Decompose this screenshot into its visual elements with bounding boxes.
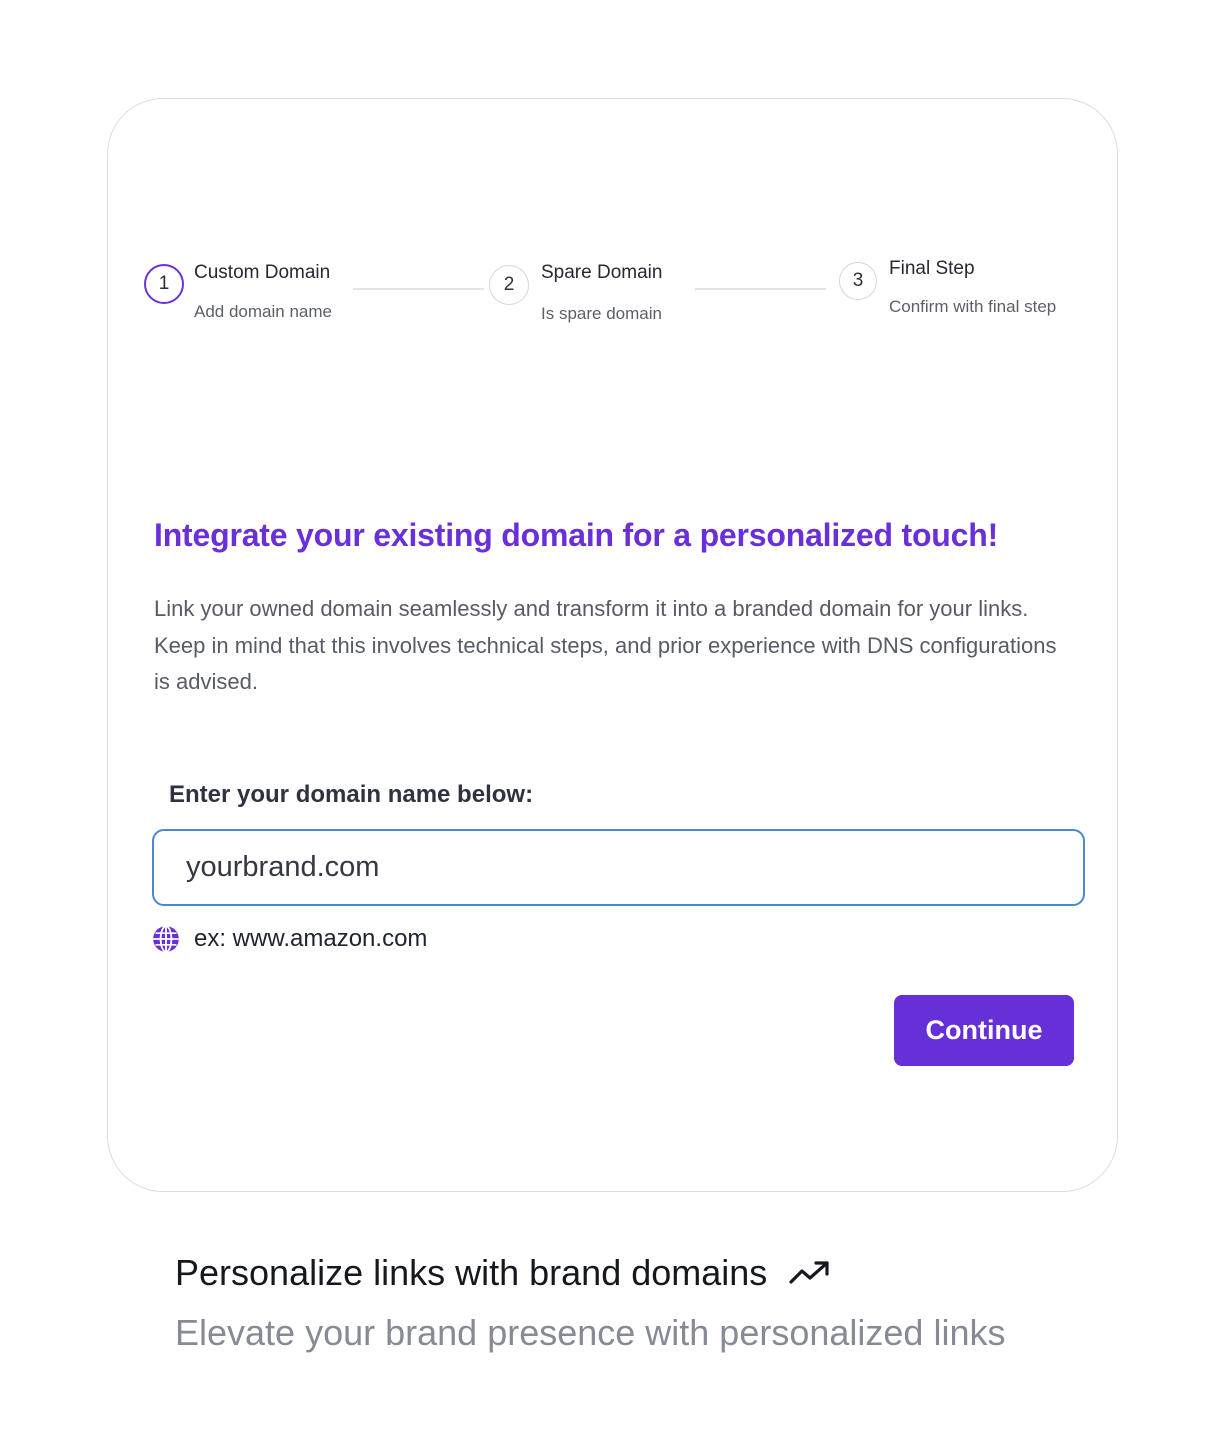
domain-hint: ex: www.amazon.com <box>152 925 427 953</box>
page-headline: Integrate your existing domain for a per… <box>154 517 999 553</box>
step-3-subtitle: Confirm with final step <box>889 297 1057 316</box>
step-3-indicator[interactable]: 3 <box>839 262 877 300</box>
step-2-subtitle: Is spare domain <box>541 304 662 323</box>
domain-hint-text: ex: www.amazon.com <box>194 925 428 952</box>
step-1-subtitle: Add domain name <box>194 302 332 321</box>
step-3-number: 3 <box>852 270 864 291</box>
domain-setup-card: 1 Custom Domain Add domain name 2 Spare … <box>107 98 1118 1192</box>
step-1-title: Custom Domain <box>194 262 331 283</box>
step-1-number: 1 <box>158 273 170 294</box>
domain-input[interactable] <box>152 829 1085 906</box>
footer-title-text: Personalize links with brand domains <box>175 1252 768 1293</box>
footer-subtitle: Elevate your brand presence with persona… <box>175 1312 1006 1353</box>
continue-button[interactable]: Continue <box>894 995 1074 1066</box>
page-description: Link your owned domain seamlessly and tr… <box>154 596 1057 694</box>
footer-title: Personalize links with brand domains <box>175 1252 831 1294</box>
trending-up-icon <box>789 1261 829 1284</box>
domain-field-label: Enter your domain name below: <box>169 781 534 808</box>
step-3-title: Final Step <box>889 258 975 279</box>
globe-icon <box>153 925 179 953</box>
step-1-indicator[interactable]: 1 <box>144 264 184 304</box>
step-2-indicator[interactable]: 2 <box>489 265 529 305</box>
step-2-number: 2 <box>503 274 515 295</box>
step-connector-1 <box>353 288 484 290</box>
step-2-title: Spare Domain <box>541 262 663 283</box>
step-connector-2 <box>695 288 826 290</box>
